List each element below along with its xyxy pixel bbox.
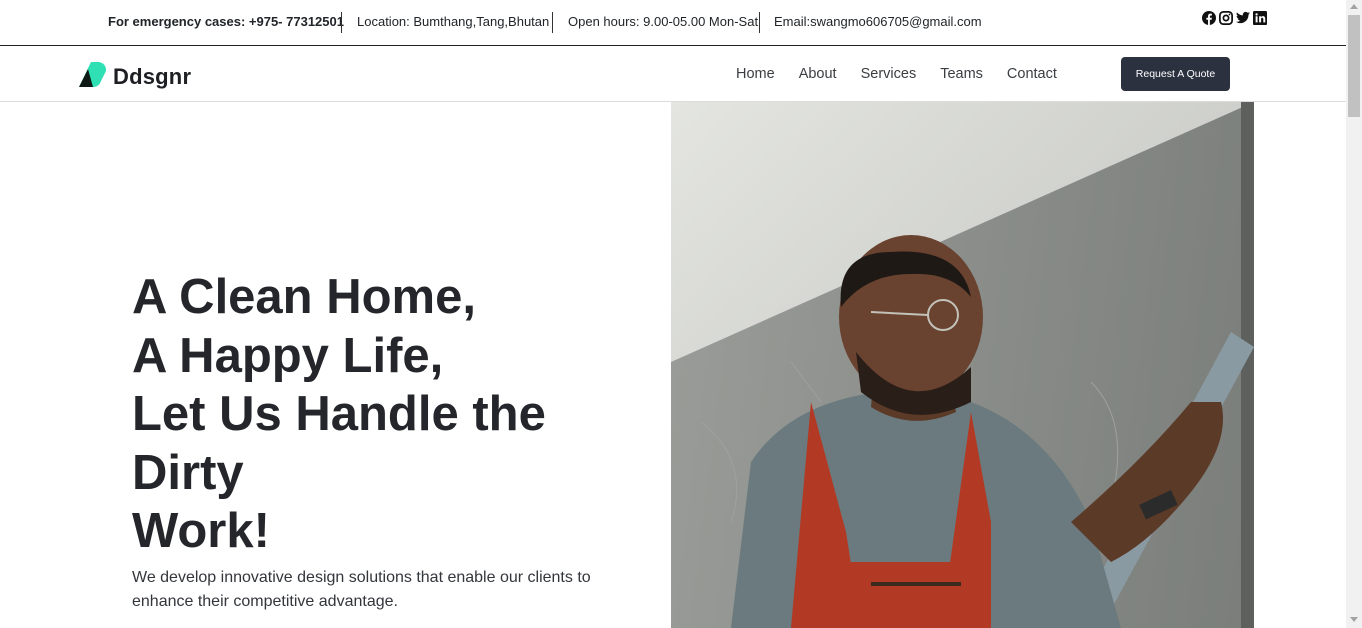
open-hours-text: Open hours: 9.00-05.00 Mon-Sat bbox=[568, 14, 759, 29]
hero-title: A Clean Home, A Happy Life, Let Us Handl… bbox=[132, 268, 612, 561]
logo-icon bbox=[77, 59, 107, 94]
hero-title-line: A Clean Home, bbox=[132, 270, 476, 324]
hero-title-line: Dirty bbox=[132, 445, 244, 500]
brand-name: Ddsgnr bbox=[113, 63, 192, 89]
nav-contact[interactable]: Contact bbox=[1007, 66, 1057, 82]
main-navbar: Ddsgnr Home About Services Teams Contact… bbox=[0, 47, 1346, 102]
social-links bbox=[1202, 11, 1267, 25]
hero-title-line: Let Us Handle the bbox=[132, 387, 546, 441]
top-info-bar: For emergency cases: +975- 77312501 Loca… bbox=[0, 0, 1346, 46]
nav-services[interactable]: Services bbox=[861, 66, 917, 82]
divider bbox=[552, 12, 553, 33]
nav-menu: Home About Services Teams Contact bbox=[736, 66, 1081, 82]
nav-about[interactable]: About bbox=[799, 66, 837, 82]
hero-title-line: Work! bbox=[132, 504, 270, 558]
twitter-icon[interactable] bbox=[1236, 11, 1250, 25]
linkedin-icon[interactable] bbox=[1253, 11, 1267, 25]
email-text: Email:swangmo606705@gmail.com bbox=[774, 14, 982, 29]
nav-home[interactable]: Home bbox=[736, 66, 775, 82]
hero-subtitle: We develop innovative design solutions t… bbox=[132, 569, 591, 610]
instagram-icon[interactable] bbox=[1219, 11, 1233, 25]
hero-image bbox=[671, 102, 1254, 628]
hero-title-line: A Happy Life, bbox=[132, 328, 444, 383]
page-scrollbar[interactable] bbox=[1346, 0, 1362, 628]
location-text: Location: Bumthang,Tang,Bhutan bbox=[357, 14, 550, 29]
brand-logo[interactable]: Ddsgnr bbox=[77, 59, 191, 94]
emergency-contact: For emergency cases: +975- 77312501 bbox=[108, 14, 344, 29]
scroll-down-arrow-icon[interactable] bbox=[1350, 617, 1358, 622]
divider bbox=[759, 12, 760, 33]
scroll-thumb[interactable] bbox=[1348, 15, 1360, 117]
facebook-icon[interactable] bbox=[1202, 11, 1216, 25]
scroll-up-arrow-icon[interactable] bbox=[1350, 4, 1358, 9]
nav-teams[interactable]: Teams bbox=[940, 66, 983, 82]
request-quote-button[interactable]: Request A Quote bbox=[1121, 57, 1230, 91]
divider bbox=[341, 12, 342, 33]
